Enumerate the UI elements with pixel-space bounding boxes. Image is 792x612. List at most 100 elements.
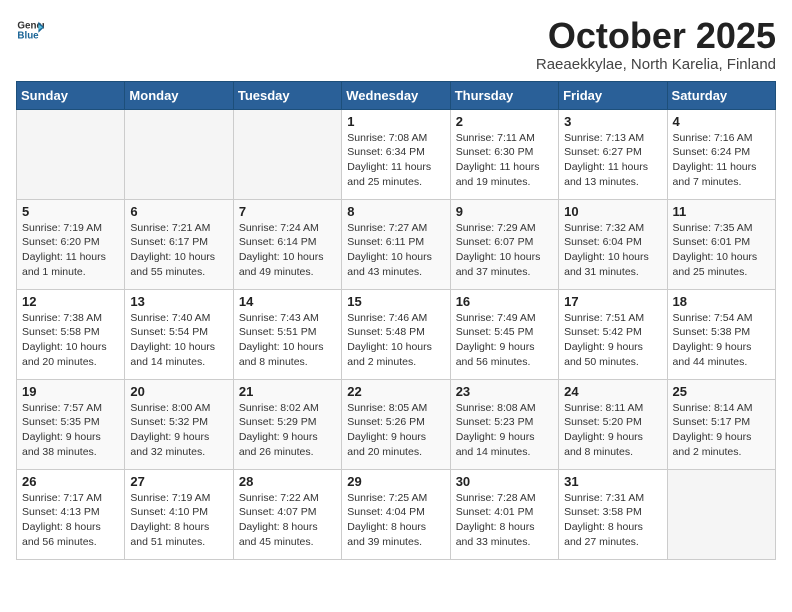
calendar-cell: 20 Sunrise: 8:00 AM Sunset: 5:32 PM Dayli… [125, 379, 233, 469]
day-number: 2 [456, 114, 553, 129]
day-info: Sunrise: 7:51 AM Sunset: 5:42 PM Dayligh… [564, 311, 661, 370]
header-wednesday: Wednesday [342, 81, 450, 109]
day-number: 12 [22, 294, 119, 309]
calendar-cell [17, 109, 125, 199]
day-number: 15 [347, 294, 444, 309]
day-number: 13 [130, 294, 227, 309]
day-info: Sunrise: 8:08 AM Sunset: 5:23 PM Dayligh… [456, 401, 553, 460]
day-info: Sunrise: 7:16 AM Sunset: 6:24 PM Dayligh… [673, 131, 770, 190]
logo: General Blue [16, 16, 44, 44]
day-info: Sunrise: 8:05 AM Sunset: 5:26 PM Dayligh… [347, 401, 444, 460]
day-number: 14 [239, 294, 336, 309]
day-info: Sunrise: 7:17 AM Sunset: 4:13 PM Dayligh… [22, 491, 119, 550]
day-info: Sunrise: 7:38 AM Sunset: 5:58 PM Dayligh… [22, 311, 119, 370]
calendar-cell: 24 Sunrise: 8:11 AM Sunset: 5:20 PM Dayli… [559, 379, 667, 469]
day-number: 25 [673, 384, 770, 399]
calendar-week-1: 1 Sunrise: 7:08 AM Sunset: 6:34 PM Daylig… [17, 109, 776, 199]
day-number: 24 [564, 384, 661, 399]
day-info: Sunrise: 7:40 AM Sunset: 5:54 PM Dayligh… [130, 311, 227, 370]
calendar-cell: 16 Sunrise: 7:49 AM Sunset: 5:45 PM Dayli… [450, 289, 558, 379]
day-info: Sunrise: 8:02 AM Sunset: 5:29 PM Dayligh… [239, 401, 336, 460]
calendar-cell: 31Sunrise: 7:31 AM Sunset: 3:58 PM Dayli… [559, 469, 667, 559]
day-info: Sunrise: 7:22 AM Sunset: 4:07 PM Dayligh… [239, 491, 336, 550]
day-info: Sunrise: 8:14 AM Sunset: 5:17 PM Dayligh… [673, 401, 770, 460]
day-info: Sunrise: 7:35 AM Sunset: 6:01 PM Dayligh… [673, 221, 770, 280]
day-number: 3 [564, 114, 661, 129]
calendar-cell: 21 Sunrise: 8:02 AM Sunset: 5:29 PM Dayli… [233, 379, 341, 469]
day-number: 16 [456, 294, 553, 309]
calendar-cell: 11 Sunrise: 7:35 AM Sunset: 6:01 PM Dayli… [667, 199, 775, 289]
day-number: 6 [130, 204, 227, 219]
calendar-cell: 2 Sunrise: 7:11 AM Sunset: 6:30 PM Daylig… [450, 109, 558, 199]
day-info: Sunrise: 7:57 AM Sunset: 5:35 PM Dayligh… [22, 401, 119, 460]
day-number: 21 [239, 384, 336, 399]
calendar-cell [125, 109, 233, 199]
day-number: 18 [673, 294, 770, 309]
logo-icon: General Blue [16, 16, 44, 44]
day-info: Sunrise: 7:31 AM Sunset: 3:58 PM Dayligh… [564, 491, 661, 550]
calendar-title: October 2025 [536, 16, 776, 56]
calendar-cell: 22 Sunrise: 8:05 AM Sunset: 5:26 PM Dayli… [342, 379, 450, 469]
day-number: 29 [347, 474, 444, 489]
calendar-cell: 18 Sunrise: 7:54 AM Sunset: 5:38 PM Dayli… [667, 289, 775, 379]
day-number: 20 [130, 384, 227, 399]
calendar-cell: 29 Sunrise: 7:25 AM Sunset: 4:04 PM Dayli… [342, 469, 450, 559]
day-info: Sunrise: 7:28 AM Sunset: 4:01 PM Dayligh… [456, 491, 553, 550]
calendar-cell: 27Sunrise: 7:19 AM Sunset: 4:10 PM Dayli… [125, 469, 233, 559]
calendar-cell: 17 Sunrise: 7:51 AM Sunset: 5:42 PM Dayli… [559, 289, 667, 379]
day-number: 19 [22, 384, 119, 399]
calendar-week-4: 19 Sunrise: 7:57 AM Sunset: 5:35 PM Dayli… [17, 379, 776, 469]
day-number: 23 [456, 384, 553, 399]
calendar-cell: 25 Sunrise: 8:14 AM Sunset: 5:17 PM Dayli… [667, 379, 775, 469]
calendar-cell: 19 Sunrise: 7:57 AM Sunset: 5:35 PM Dayli… [17, 379, 125, 469]
day-info: Sunrise: 7:19 AM Sunset: 6:20 PM Dayligh… [22, 221, 119, 280]
day-info: Sunrise: 7:08 AM Sunset: 6:34 PM Dayligh… [347, 131, 444, 190]
day-info: Sunrise: 7:11 AM Sunset: 6:30 PM Dayligh… [456, 131, 553, 190]
calendar-cell: 30 Sunrise: 7:28 AM Sunset: 4:01 PM Dayli… [450, 469, 558, 559]
calendar-cell: 3 Sunrise: 7:13 AM Sunset: 6:27 PM Daylig… [559, 109, 667, 199]
day-number: 27 [130, 474, 227, 489]
day-number: 9 [456, 204, 553, 219]
day-number: 5 [22, 204, 119, 219]
calendar-week-2: 5 Sunrise: 7:19 AM Sunset: 6:20 PM Daylig… [17, 199, 776, 289]
header-thursday: Thursday [450, 81, 558, 109]
header-monday: Monday [125, 81, 233, 109]
day-info: Sunrise: 7:43 AM Sunset: 5:51 PM Dayligh… [239, 311, 336, 370]
day-number: 28 [239, 474, 336, 489]
day-info: Sunrise: 7:21 AM Sunset: 6:17 PM Dayligh… [130, 221, 227, 280]
calendar-cell: 6 Sunrise: 7:21 AM Sunset: 6:17 PM Daylig… [125, 199, 233, 289]
day-info: Sunrise: 7:27 AM Sunset: 6:11 PM Dayligh… [347, 221, 444, 280]
day-number: 7 [239, 204, 336, 219]
calendar-cell: 4Sunrise: 7:16 AM Sunset: 6:24 PM Daylig… [667, 109, 775, 199]
svg-text:Blue: Blue [17, 30, 39, 41]
calendar-cell: 5 Sunrise: 7:19 AM Sunset: 6:20 PM Daylig… [17, 199, 125, 289]
header-friday: Friday [559, 81, 667, 109]
day-number: 11 [673, 204, 770, 219]
header-row: Sunday Monday Tuesday Wednesday Thursday… [17, 81, 776, 109]
day-info: Sunrise: 7:24 AM Sunset: 6:14 PM Dayligh… [239, 221, 336, 280]
day-info: Sunrise: 8:00 AM Sunset: 5:32 PM Dayligh… [130, 401, 227, 460]
day-number: 1 [347, 114, 444, 129]
calendar-cell: 9 Sunrise: 7:29 AM Sunset: 6:07 PM Daylig… [450, 199, 558, 289]
calendar-cell: 26Sunrise: 7:17 AM Sunset: 4:13 PM Dayli… [17, 469, 125, 559]
calendar-cell: 23 Sunrise: 8:08 AM Sunset: 5:23 PM Dayli… [450, 379, 558, 469]
day-number: 22 [347, 384, 444, 399]
page-header: General Blue October 2025 Raeaekkylae, N… [16, 16, 776, 73]
calendar-cell: 13 Sunrise: 7:40 AM Sunset: 5:54 PM Dayli… [125, 289, 233, 379]
day-number: 10 [564, 204, 661, 219]
calendar-cell: 15 Sunrise: 7:46 AM Sunset: 5:48 PM Dayli… [342, 289, 450, 379]
day-number: 8 [347, 204, 444, 219]
day-number: 17 [564, 294, 661, 309]
day-info: Sunrise: 7:46 AM Sunset: 5:48 PM Dayligh… [347, 311, 444, 370]
day-info: Sunrise: 7:25 AM Sunset: 4:04 PM Dayligh… [347, 491, 444, 550]
title-section: October 2025 Raeaekkylae, North Karelia,… [536, 16, 776, 73]
day-info: Sunrise: 7:49 AM Sunset: 5:45 PM Dayligh… [456, 311, 553, 370]
calendar-table: Sunday Monday Tuesday Wednesday Thursday… [16, 81, 776, 560]
day-info: Sunrise: 7:54 AM Sunset: 5:38 PM Dayligh… [673, 311, 770, 370]
day-info: Sunrise: 8:11 AM Sunset: 5:20 PM Dayligh… [564, 401, 661, 460]
calendar-cell: 12 Sunrise: 7:38 AM Sunset: 5:58 PM Dayli… [17, 289, 125, 379]
day-number: 30 [456, 474, 553, 489]
header-tuesday: Tuesday [233, 81, 341, 109]
day-info: Sunrise: 7:29 AM Sunset: 6:07 PM Dayligh… [456, 221, 553, 280]
day-info: Sunrise: 7:13 AM Sunset: 6:27 PM Dayligh… [564, 131, 661, 190]
